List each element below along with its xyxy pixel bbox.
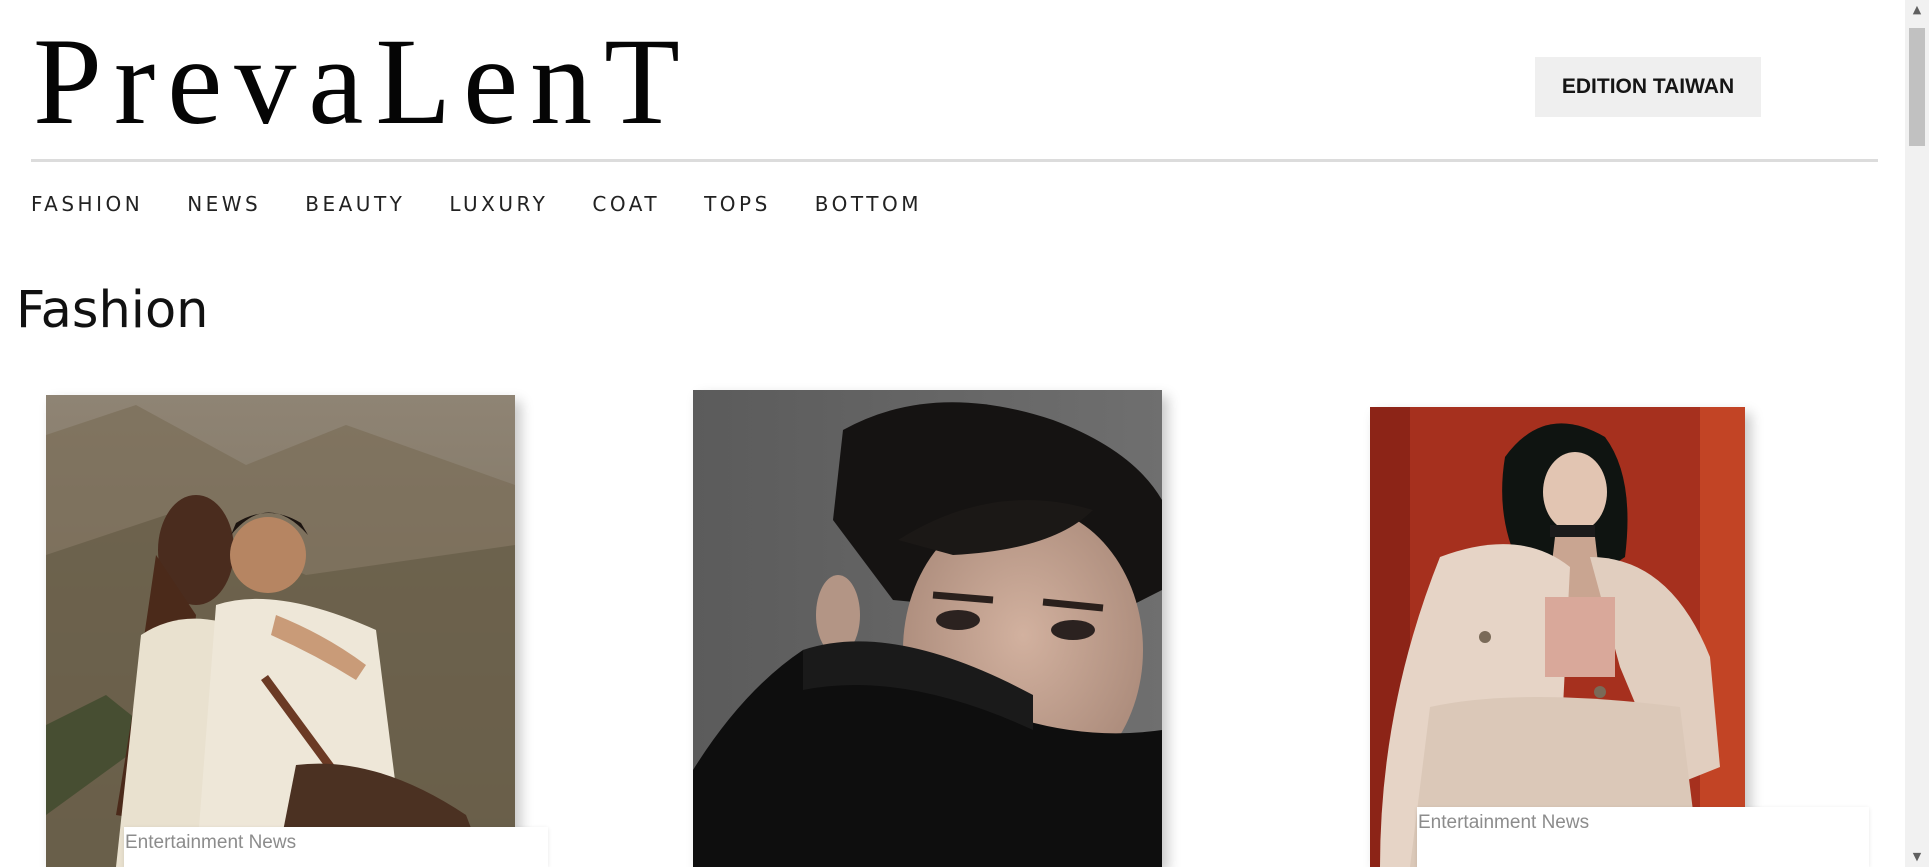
article-image-couple[interactable] xyxy=(46,395,515,867)
nav-item-beauty[interactable]: BEAUTY xyxy=(305,192,405,216)
card-category-label: Entertainment News xyxy=(124,827,548,867)
card-category-label: Entertainment News xyxy=(1417,807,1869,867)
nav-item-bottom[interactable]: BOTTOM xyxy=(815,192,922,216)
site-logo[interactable]: PrevaLenT xyxy=(33,20,692,144)
scroll-up-icon[interactable]: ▲ xyxy=(1905,0,1929,20)
edition-button[interactable]: EDITION TAIWAN xyxy=(1535,57,1761,117)
scroll-down-icon[interactable]: ▼ xyxy=(1905,847,1929,867)
card-category-text[interactable]: Entertainment News xyxy=(124,827,548,854)
section-title: Fashion xyxy=(16,281,209,340)
nav-item-luxury[interactable]: LUXURY xyxy=(449,192,548,216)
vertical-scrollbar[interactable]: ▲ ▼ xyxy=(1905,0,1929,867)
nav-item-tops[interactable]: TOPS xyxy=(704,192,771,216)
scrollbar-thumb[interactable] xyxy=(1909,28,1925,146)
nav-item-coat[interactable]: COAT xyxy=(592,192,660,216)
nav-item-news[interactable]: NEWS xyxy=(187,192,261,216)
nav-item-fashion[interactable]: FASHION xyxy=(31,192,143,216)
article-image-portrait[interactable] xyxy=(693,390,1162,867)
main-nav: FASHION NEWS BEAUTY LUXURY COAT TOPS BOT… xyxy=(31,192,966,216)
article-image-model[interactable] xyxy=(1370,407,1745,867)
card-category-text[interactable]: Entertainment News xyxy=(1417,807,1869,834)
header-divider xyxy=(31,159,1878,162)
page: PrevaLenT EDITION TAIWAN FASHION NEWS BE… xyxy=(0,0,1929,867)
